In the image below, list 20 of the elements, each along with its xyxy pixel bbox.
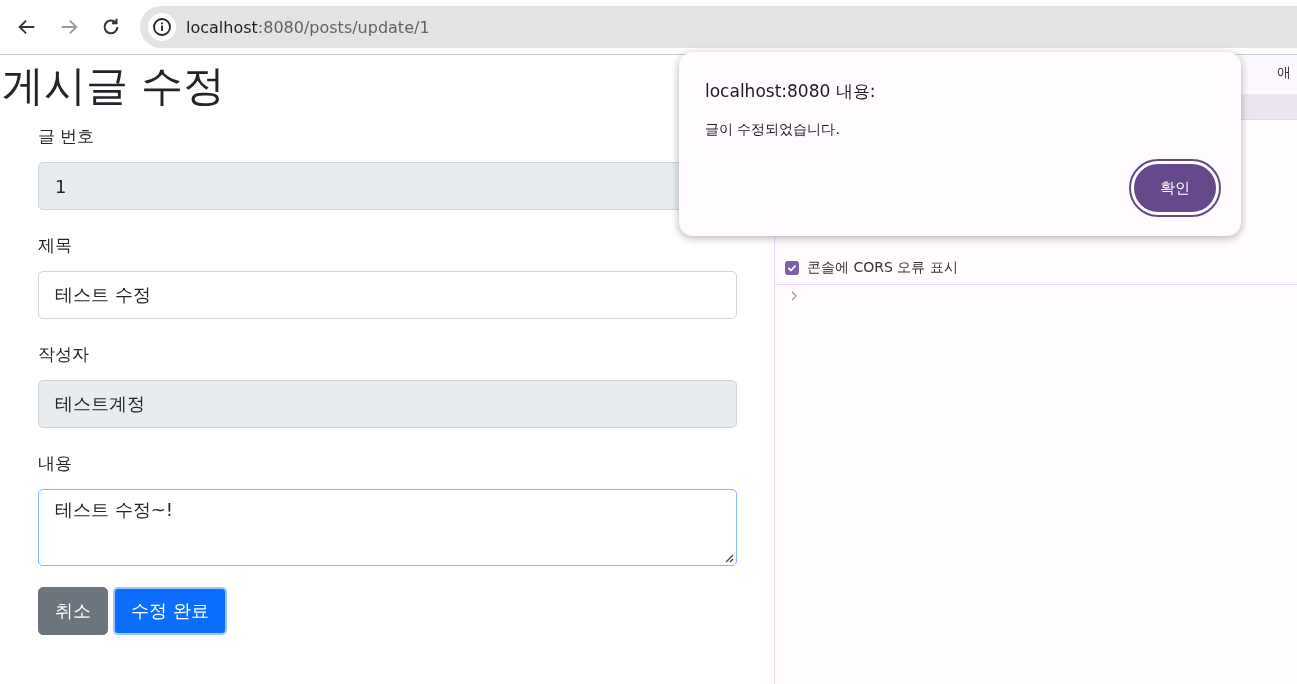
- dialog-title: localhost:8080 내용:: [705, 80, 877, 103]
- address-bar[interactable]: localhost:8080/posts/update/1: [140, 6, 1297, 48]
- input-field[interactable]: 테스트 수정: [38, 271, 737, 319]
- ok-button[interactable]: 확인: [1131, 161, 1219, 215]
- setting-label: 콘솔에 CORS 오류 표시: [807, 259, 958, 277]
- info-icon[interactable]: [148, 13, 176, 41]
- url-text: localhost:8080/posts/update/1: [186, 17, 430, 37]
- field-label: 작성자: [38, 343, 89, 366]
- chevron-icon[interactable]: [789, 291, 799, 301]
- cancel-button[interactable]: 취소: [38, 587, 108, 635]
- resize-handle-icon[interactable]: [725, 554, 734, 563]
- textarea-field[interactable]: 테스트 수정~!: [38, 489, 737, 566]
- field-label: 글 번호: [38, 125, 95, 148]
- submit-button[interactable]: 수정 완료: [113, 587, 227, 635]
- field-label: 내용: [38, 452, 72, 475]
- dialog-message: 글이 수정되었습니다.: [705, 121, 841, 139]
- checkbox[interactable]: [785, 261, 799, 275]
- page-title: 게시글 수정: [1, 60, 226, 112]
- devtools-tab[interactable]: 애: [1277, 63, 1291, 82]
- field-label: 제목: [38, 234, 72, 257]
